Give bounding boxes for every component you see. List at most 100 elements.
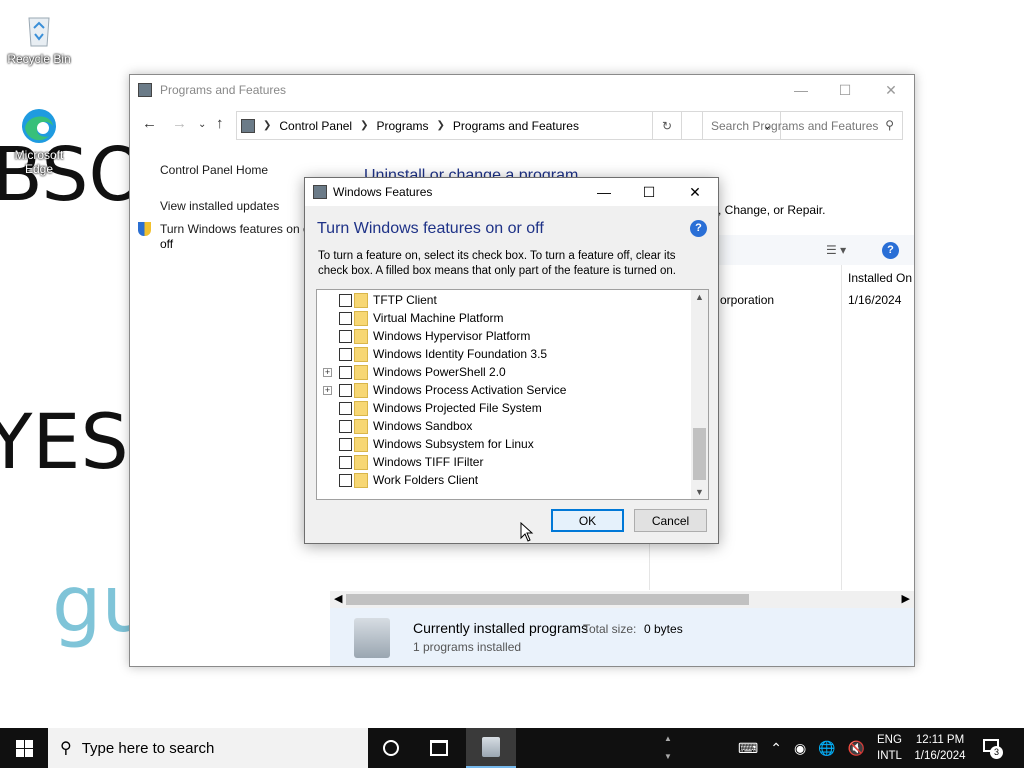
- address-row: ← → ⌄ ↑ ❯ Control Panel ❯ Programs ❯ Pro…: [130, 111, 914, 141]
- cancel-button[interactable]: Cancel: [634, 509, 707, 532]
- clock-date: 1/16/2024: [914, 750, 966, 762]
- dialog-maximize-button[interactable]: ☐: [626, 178, 672, 206]
- feature-checkbox[interactable]: [339, 419, 352, 433]
- notifications-button[interactable]: 3: [980, 738, 1004, 759]
- program-row-publisher[interactable]: orporation: [720, 293, 774, 307]
- feature-row[interactable]: Windows Hypervisor Platform: [317, 327, 690, 345]
- search-input[interactable]: Search Programs and Features ⚲: [702, 111, 903, 140]
- start-button[interactable]: [0, 728, 48, 768]
- expand-icon[interactable]: +: [323, 385, 332, 395]
- meet-now-icon[interactable]: ◉: [794, 740, 806, 757]
- scroll-down-icon[interactable]: ▼: [691, 487, 708, 497]
- help-icon[interactable]: ?: [690, 220, 707, 237]
- feature-checkbox[interactable]: [339, 311, 352, 325]
- cortana-icon[interactable]: [383, 740, 399, 756]
- folder-icon: [354, 418, 368, 434]
- expand-icon[interactable]: +: [323, 367, 332, 377]
- volume-muted-icon[interactable]: 🔇: [848, 740, 865, 757]
- clock[interactable]: 12:11 PM 1/16/2024: [910, 732, 970, 764]
- minimize-button[interactable]: —: [778, 75, 824, 105]
- column-installed-on[interactable]: Installed On: [848, 271, 912, 285]
- control-panel-icon: [138, 83, 152, 97]
- programs-titlebar[interactable]: Programs and Features — ☐ ✕: [130, 75, 914, 105]
- address-bar[interactable]: ❯ Control Panel ❯ Programs ❯ Programs an…: [236, 111, 781, 140]
- scroll-right-icon[interactable]: ▶: [902, 592, 910, 605]
- recent-chevron-icon[interactable]: ⌄: [198, 119, 206, 130]
- search-icon: ⚲: [885, 118, 894, 132]
- status-bar: Currently installed programs Total size:…: [330, 608, 914, 666]
- feature-checkbox[interactable]: [339, 401, 352, 415]
- scroll-thumb[interactable]: [693, 428, 706, 480]
- scroll-up-icon[interactable]: ▲: [691, 292, 708, 302]
- sidebar-view-installed-updates[interactable]: View installed updates: [160, 199, 279, 213]
- breadcrumb-separator-icon[interactable]: ❯: [360, 120, 368, 131]
- maximize-button[interactable]: ☐: [822, 75, 868, 105]
- feature-row[interactable]: TFTP Client: [317, 291, 690, 309]
- windows-features-dialog: Windows Features — ☐ ✕ Turn Windows feat…: [304, 177, 719, 544]
- feature-row[interactable]: + Windows PowerShell 2.0: [317, 363, 690, 381]
- horizontal-scrollbar[interactable]: ◀ ▶: [330, 591, 914, 608]
- view-options-icon[interactable]: ☰ ▾: [826, 243, 846, 257]
- dialog-title: Windows Features: [333, 185, 433, 199]
- language-indicator[interactable]: ENG INTL: [877, 732, 902, 764]
- folder-icon: [354, 310, 368, 326]
- breadcrumb-control-panel[interactable]: Control Panel: [279, 119, 352, 133]
- keyboard-icon[interactable]: ⌨: [738, 740, 758, 757]
- program-row-installed-on[interactable]: 1/16/2024: [848, 293, 901, 307]
- breadcrumb-programs[interactable]: Programs: [377, 119, 429, 133]
- feature-row[interactable]: Windows Identity Foundation 3.5: [317, 345, 690, 363]
- feature-checkbox[interactable]: [339, 383, 352, 397]
- close-button[interactable]: ✕: [868, 75, 914, 105]
- dialog-close-button[interactable]: ✕: [672, 178, 718, 206]
- feature-checkbox[interactable]: [339, 293, 352, 307]
- feature-row[interactable]: Windows TIFF IFilter: [317, 453, 690, 471]
- feature-row[interactable]: Windows Projected File System: [317, 399, 690, 417]
- edge-icon: [19, 106, 59, 146]
- refresh-button[interactable]: ↻: [652, 111, 682, 140]
- folder-icon: [354, 454, 368, 470]
- task-view-icon[interactable]: [430, 740, 448, 756]
- recycle-bin-label: Recycle Bin: [7, 52, 71, 66]
- recycle-bin-desktop-icon[interactable]: Recycle Bin: [1, 10, 77, 66]
- edge-label: Microsoft Edge: [14, 148, 64, 176]
- feature-checkbox[interactable]: [339, 455, 352, 469]
- taskbar-search-placeholder: Type here to search: [81, 739, 215, 757]
- sidebar-turn-windows-features-wrap: off: [160, 237, 174, 251]
- control-panel-taskbar-button[interactable]: [466, 728, 516, 768]
- scroll-thumb[interactable]: [346, 594, 749, 605]
- feature-row[interactable]: Work Folders Client: [317, 471, 690, 489]
- folder-icon: [354, 472, 368, 488]
- taskbar-scroll-icon[interactable]: ▲ ▼: [664, 730, 672, 766]
- breadcrumb-programs-and-features[interactable]: Programs and Features: [453, 119, 579, 133]
- breadcrumb-separator-icon[interactable]: ❯: [263, 120, 271, 131]
- features-tree[interactable]: TFTP Client Virtual Machine Platform Windo…: [316, 289, 709, 500]
- show-hidden-icons-chevron-icon[interactable]: ⌃: [770, 740, 782, 757]
- sidebar-control-panel-home[interactable]: Control Panel Home: [160, 163, 268, 177]
- folder-icon: [354, 364, 368, 380]
- help-icon[interactable]: ?: [882, 242, 899, 259]
- feature-checkbox[interactable]: [339, 437, 352, 451]
- vertical-scrollbar[interactable]: ▲ ▼: [691, 290, 708, 499]
- feature-row[interactable]: + Windows Process Activation Service: [317, 381, 690, 399]
- forward-arrow-icon[interactable]: →: [172, 115, 187, 132]
- dialog-minimize-button[interactable]: —: [581, 178, 627, 206]
- feature-checkbox[interactable]: [339, 329, 352, 343]
- programs-subtext: , Change, or Repair.: [718, 203, 826, 217]
- breadcrumb-separator-icon[interactable]: ❯: [437, 120, 445, 131]
- feature-row[interactable]: Windows Sandbox: [317, 417, 690, 435]
- feature-row[interactable]: Windows Subsystem for Linux: [317, 435, 690, 453]
- folder-icon: [354, 346, 368, 362]
- feature-checkbox[interactable]: [339, 347, 352, 361]
- back-arrow-icon[interactable]: ←: [142, 115, 157, 132]
- up-arrow-icon[interactable]: ↑: [216, 115, 224, 132]
- sidebar-turn-windows-features[interactable]: Turn Windows features on or off: [160, 222, 305, 236]
- feature-row[interactable]: Virtual Machine Platform: [317, 309, 690, 327]
- feature-checkbox[interactable]: [339, 365, 352, 379]
- feature-checkbox[interactable]: [339, 473, 352, 487]
- network-icon[interactable]: 🌐: [818, 740, 835, 757]
- scroll-left-icon[interactable]: ◀: [334, 592, 342, 605]
- edge-desktop-icon[interactable]: Microsoft Edge: [1, 106, 77, 176]
- dialog-titlebar[interactable]: Windows Features — ☐ ✕: [305, 178, 718, 206]
- taskbar-search-input[interactable]: ⚲ Type here to search: [48, 728, 368, 768]
- ok-button[interactable]: OK: [551, 509, 624, 532]
